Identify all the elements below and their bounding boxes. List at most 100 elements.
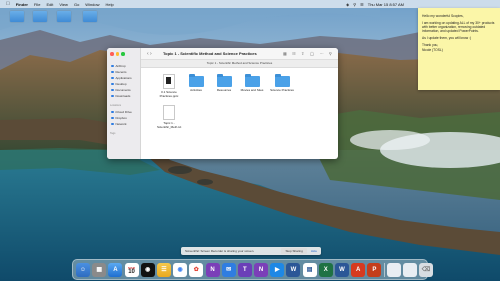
file-name: 0.1 Science Practices.pptx — [159, 90, 179, 98]
mail-icon[interactable]: ✉ — [221, 262, 236, 277]
file-item[interactable]: 0.1 Science Practices.pptx — [157, 74, 181, 98]
share-icon[interactable]: ⇧ — [301, 51, 305, 56]
menu-go[interactable]: Go — [74, 2, 79, 7]
app-store-icon[interactable]: A — [108, 262, 123, 277]
menu-help[interactable]: Help — [106, 2, 114, 7]
sidebar-item-label: Recents — [115, 70, 127, 74]
sidebar-item-documents[interactable]: Documents — [111, 88, 131, 92]
folder-icon — [274, 74, 290, 87]
folder-name: Resources — [216, 88, 232, 92]
teams-icon[interactable]: T — [237, 262, 252, 277]
apple-menu-icon[interactable]:  — [6, 1, 10, 7]
folder-icon — [188, 74, 204, 87]
sidebar-item-label: Documents — [115, 88, 131, 92]
chrome-icon[interactable]: ◉ — [173, 262, 188, 277]
menu-app-name[interactable]: Finder — [16, 2, 28, 7]
desktop-file-icon[interactable] — [10, 11, 24, 22]
finder-icon[interactable]: ☺ — [76, 262, 90, 277]
powerpoint-icon[interactable]: P — [367, 262, 382, 277]
screen-sharing-banner: ScreenPal: Screen Recorder is sharing yo… — [181, 247, 321, 255]
sidebar-item-label: Network — [115, 122, 127, 126]
text-file-icon — [163, 105, 175, 120]
photos-icon[interactable]: ✿ — [189, 262, 204, 277]
menu-window[interactable]: Window — [85, 2, 99, 7]
folder-name: Activities — [190, 88, 202, 92]
sticky-line: Nicole (TOSL) — [422, 47, 443, 52]
onenote-icon[interactable]: N — [254, 262, 269, 277]
notes-icon[interactable]: ☰ — [156, 262, 171, 277]
sidebar-item-desktop[interactable]: Desktop — [111, 82, 127, 86]
network-icon — [111, 122, 114, 126]
desktop-icon — [111, 82, 114, 86]
folder-item[interactable]: Science Practices — [270, 74, 294, 93]
folder-item[interactable]: Resources — [212, 74, 236, 93]
screenpal-icon[interactable]: ◉ — [140, 262, 155, 277]
dropbox-icon — [111, 116, 114, 120]
finder-window: AirDrop Recents Applications Desktop Doc… — [107, 48, 338, 159]
window-controls — [110, 52, 127, 56]
sidebar-item-label: AirDrop — [115, 64, 126, 68]
finder-toolbar: ‹ › Topic 1 - Scientific Method and Scie… — [141, 48, 338, 60]
sidebar-item-label: Downloads — [115, 94, 131, 98]
sidebar-item-label: Applications — [115, 76, 132, 80]
minimize-button[interactable] — [115, 52, 119, 56]
pptx-file-icon — [163, 74, 175, 89]
airdrop-icon — [111, 64, 114, 68]
search-icon[interactable]: ⚲ — [329, 51, 332, 56]
tab-current-folder[interactable]: Topic 1 - Scientific Method and Science … — [141, 60, 338, 68]
close-button[interactable] — [110, 52, 114, 56]
menu-view[interactable]: View — [59, 2, 68, 7]
calendar-icon[interactable]: MAR 10 — [124, 262, 139, 277]
applications-icon — [111, 76, 114, 80]
sidebar-item-network[interactable]: Network — [111, 122, 127, 126]
menu-clock[interactable]: Thu Mar 15 8:57 AM — [368, 2, 404, 7]
sidebar-item-recents[interactable]: Recents — [111, 70, 127, 74]
word-icon[interactable]: W — [335, 262, 349, 277]
sidebar-item-dropbox[interactable]: Dropbox — [111, 116, 127, 120]
back-forward-buttons[interactable]: ‹ › — [147, 51, 152, 57]
tag-icon[interactable]: ◯ — [310, 51, 315, 56]
trash-icon[interactable]: ⌫ — [418, 262, 433, 277]
acrobat-icon[interactable]: A — [351, 262, 366, 277]
folder-name: Science Practices — [270, 88, 294, 92]
file-item[interactable]: Topic 1 - Scientific_Meth.txt — [157, 105, 181, 129]
sidebar-item-downloads[interactable]: Downloads — [111, 94, 130, 98]
control-center-icon[interactable]: ☰ — [360, 2, 364, 7]
sticky-line: I am working on updating ALL of my 30+ p… — [422, 21, 495, 34]
onenote-icon[interactable]: N — [205, 262, 220, 277]
zoom-button[interactable] — [121, 52, 125, 56]
folder-item[interactable]: Activities — [184, 74, 208, 93]
screenshot-stack-icon[interactable] — [402, 262, 417, 277]
launchpad-icon[interactable]: ▦ — [92, 262, 107, 277]
docs-icon[interactable]: ▤ — [302, 262, 317, 277]
word-icon[interactable]: W — [286, 262, 301, 277]
folder-item[interactable]: Movies and Sites — [240, 74, 264, 93]
stop-sharing-button[interactable]: Stop Sharing — [281, 248, 307, 254]
menu-edit[interactable]: Edit — [46, 2, 53, 7]
desktop-file-icon[interactable] — [33, 11, 47, 22]
sidebar-item-applications[interactable]: Applications — [111, 76, 132, 80]
download-icon — [111, 94, 114, 98]
desktop-file-icon[interactable] — [83, 11, 97, 22]
folder-icon — [216, 74, 232, 87]
wifi-icon[interactable]: ◈ — [346, 2, 349, 7]
sticky-note[interactable]: Hello my wonderful Scopies, I am working… — [418, 8, 500, 90]
sticky-line: Hello my wonderful Scopies, — [422, 14, 464, 18]
status-area: ◈ ⚲ ☰ Thu Mar 15 8:57 AM — [342, 2, 494, 7]
sidebar-item-icloud[interactable]: iCloud Drive — [111, 110, 132, 114]
excel-icon[interactable]: X — [318, 262, 333, 277]
finder-sidebar: AirDrop Recents Applications Desktop Doc… — [107, 48, 141, 159]
menu-file[interactable]: File — [34, 2, 40, 7]
desktop-file-icon[interactable] — [57, 11, 71, 22]
view-grid-icon[interactable]: ▦ — [283, 51, 287, 56]
zoom-icon[interactable]: ▶ — [270, 262, 285, 277]
sidebar-item-airdrop[interactable]: AirDrop — [111, 64, 126, 68]
sticky-line: As I update them, you will know :) — [422, 36, 472, 41]
group-icon[interactable]: ☷ — [292, 51, 296, 56]
hide-button[interactable]: Hide — [311, 249, 317, 253]
downloads-stack-icon[interactable] — [386, 262, 401, 277]
toolbar-tools: ▦ ☷ ⇧ ◯ ⋯ ⚲ — [279, 51, 332, 56]
search-icon[interactable]: ⚲ — [353, 2, 356, 7]
more-icon[interactable]: ⋯ — [320, 51, 324, 56]
folder-icon — [244, 74, 260, 87]
